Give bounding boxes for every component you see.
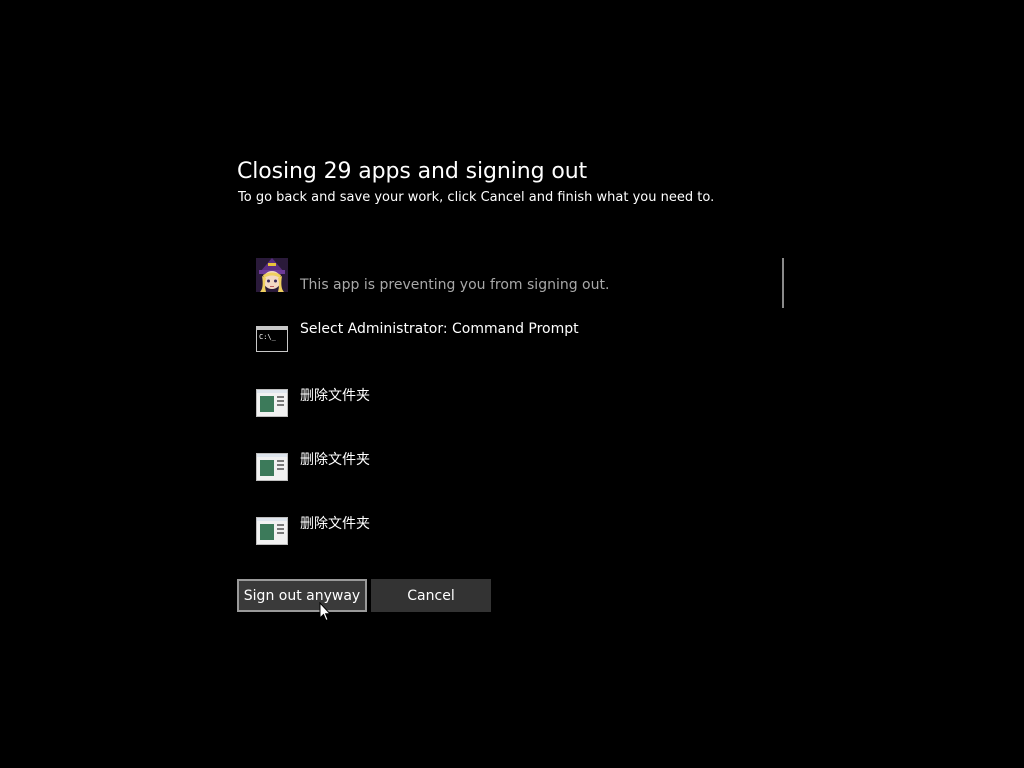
sign-out-screen: Closing 29 apps and signing out To go ba… bbox=[0, 0, 1024, 768]
list-item: C:\_ Select Administrator: Command Promp… bbox=[237, 320, 767, 364]
list-item: 删除文件夹 bbox=[237, 384, 767, 428]
app-window-icon bbox=[256, 453, 288, 485]
dialog-title: Closing 29 apps and signing out bbox=[237, 159, 588, 184]
anime-avatar-icon bbox=[256, 258, 288, 292]
command-prompt-icon: C:\_ bbox=[256, 326, 288, 358]
app-name: 删除文件夹 bbox=[300, 452, 370, 468]
svg-text:C:\_: C:\_ bbox=[259, 333, 277, 341]
app-name: 删除文件夹 bbox=[300, 388, 370, 404]
dialog-subtitle: To go back and save your work, click Can… bbox=[238, 190, 715, 205]
list-item: 删除文件夹 bbox=[237, 512, 767, 556]
app-window-icon bbox=[256, 517, 288, 549]
app-name: Select Administrator: Command Prompt bbox=[300, 321, 579, 337]
app-window-icon bbox=[256, 389, 288, 421]
sign-out-anyway-button[interactable]: Sign out anyway bbox=[237, 579, 367, 612]
list-item: This app is preventing you from signing … bbox=[237, 256, 767, 300]
list-scrollbar[interactable] bbox=[782, 258, 784, 308]
cancel-button[interactable]: Cancel bbox=[371, 579, 491, 612]
blocking-status-text: This app is preventing you from signing … bbox=[300, 277, 610, 293]
list-item: 删除文件夹 bbox=[237, 448, 767, 492]
app-name: 删除文件夹 bbox=[300, 516, 370, 532]
blocking-app-list[interactable]: This app is preventing you from signing … bbox=[237, 256, 787, 556]
